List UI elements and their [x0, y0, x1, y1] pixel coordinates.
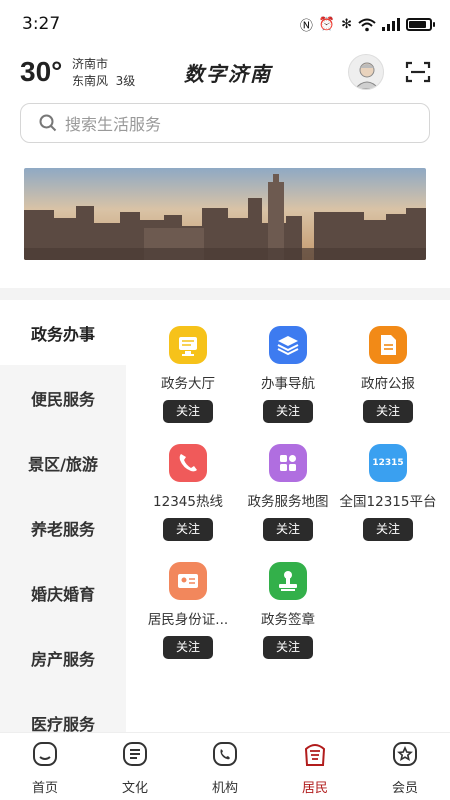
- sidebar-item-label: 便民服务: [30, 389, 95, 409]
- stamp-icon: [269, 562, 307, 600]
- follow-button[interactable]: 关注: [263, 636, 313, 659]
- service-label: 政务大厅: [161, 376, 215, 392]
- vibrate-icon: ✻: [341, 17, 352, 32]
- follow-button[interactable]: 关注: [263, 400, 313, 423]
- tab-label: 文化: [121, 781, 148, 796]
- service-label: 全国12315平台: [339, 494, 437, 510]
- service-label: 政府公报: [361, 376, 415, 392]
- star-badge-icon: [393, 742, 417, 766]
- id-card-icon: [169, 562, 207, 600]
- wifi-icon: [358, 18, 376, 31]
- tab-member[interactable]: 会员: [360, 733, 450, 800]
- service-label: 办事导航: [261, 376, 315, 392]
- monitor-icon: [169, 326, 207, 364]
- follow-button[interactable]: 关注: [363, 400, 413, 423]
- service-label: 政务签章: [261, 612, 315, 628]
- follow-button[interactable]: 关注: [163, 636, 213, 659]
- phone-circle-icon: [213, 742, 237, 766]
- service-label: 政务服务地图: [247, 494, 329, 510]
- follow-button[interactable]: 关注: [163, 400, 213, 423]
- service-label: 居民身份证...: [147, 612, 229, 628]
- sidebar-item-convenience[interactable]: 便民服务: [0, 365, 126, 430]
- sidebar-item-label: 景区/旅游: [28, 454, 98, 474]
- sidebar-item-label: 房产服务: [30, 649, 95, 669]
- service-item[interactable]: 政务签章 关注: [238, 562, 338, 680]
- app-title: 数字济南: [184, 62, 272, 86]
- tab-label: 机构: [211, 781, 238, 796]
- badge-12315-icon: 12315: [369, 444, 407, 482]
- grid-icon: [269, 444, 307, 482]
- wind-info: 东南风 3级: [72, 74, 136, 88]
- follow-button[interactable]: 关注: [163, 518, 213, 541]
- avatar[interactable]: [348, 54, 384, 90]
- category-sidebar: 政务办事 便民服务 景区/旅游 养老服务 婚庆婚育 房产服务 医疗服务: [0, 300, 126, 734]
- nfc-icon: Ⓝ: [299, 19, 313, 34]
- section-divider: [0, 288, 450, 300]
- sidebar-item-elderly[interactable]: 养老服务: [0, 495, 126, 560]
- scan-icon[interactable]: [405, 60, 431, 84]
- book-icon: [123, 742, 147, 766]
- weather-info: 济南市 东南风 3级: [72, 56, 135, 90]
- sidebar-item-label: 医疗服务: [30, 714, 95, 734]
- tab-institution[interactable]: 机构: [180, 733, 270, 800]
- tab-label: 会员: [391, 781, 418, 796]
- tab-home[interactable]: 首页: [0, 733, 90, 800]
- follow-button[interactable]: 关注: [363, 518, 413, 541]
- status-icons: Ⓝ ⏰ ✻: [299, 15, 435, 34]
- temperature: 30°: [20, 56, 63, 87]
- search-input[interactable]: 搜索生活服务: [65, 111, 161, 135]
- user-avatar-icon: [354, 62, 380, 89]
- home-icon: [33, 742, 57, 766]
- tab-label: 居民: [301, 781, 328, 796]
- status-bar: 3:27 Ⓝ ⏰ ✻: [0, 0, 450, 50]
- tab-culture[interactable]: 文化: [90, 733, 180, 800]
- city-name: 济南市: [72, 57, 109, 71]
- phone-icon: [169, 444, 207, 482]
- document-icon: [369, 326, 407, 364]
- service-item[interactable]: 办事导航 关注: [238, 326, 338, 444]
- tab-label: 首页: [31, 781, 58, 796]
- battery-icon: [406, 18, 435, 31]
- sidebar-item-housing[interactable]: 房产服务: [0, 625, 126, 690]
- badge-12315-text: 12315: [372, 458, 404, 468]
- search-bar[interactable]: 搜索生活服务: [20, 103, 430, 143]
- sidebar-item-marriage[interactable]: 婚庆婚育: [0, 560, 126, 625]
- service-item[interactable]: 12315 全国12315平台 关注: [338, 444, 438, 562]
- sidebar-item-tourism[interactable]: 景区/旅游: [0, 430, 126, 495]
- bottom-tab-bar: 首页 文化 机构 居民 会员: [0, 732, 450, 800]
- service-item[interactable]: 12345热线 关注: [138, 444, 238, 562]
- alarm-icon: ⏰: [318, 17, 336, 32]
- service-item[interactable]: 居民身份证... 关注: [138, 562, 238, 680]
- city-banner-image[interactable]: [24, 168, 426, 260]
- search-icon: [39, 114, 57, 132]
- status-time: 3:27: [22, 14, 61, 34]
- service-item[interactable]: 政务大厅 关注: [138, 326, 238, 444]
- sidebar-item-label: 养老服务: [30, 519, 95, 539]
- sidebar-item-label: 政务办事: [30, 324, 95, 344]
- header: 30° 济南市 东南风 3级 数字济南: [0, 50, 450, 98]
- sidebar-item-label: 婚庆婚育: [30, 584, 95, 604]
- service-label: 12345热线: [153, 494, 223, 510]
- layers-icon: [269, 326, 307, 364]
- service-item[interactable]: 政府公报 关注: [338, 326, 438, 444]
- service-item[interactable]: 政务服务地图 关注: [238, 444, 338, 562]
- signal-icon: [382, 18, 400, 31]
- follow-button[interactable]: 关注: [263, 518, 313, 541]
- resident-icon: [304, 744, 326, 766]
- tab-resident[interactable]: 居民: [270, 733, 360, 800]
- sidebar-item-government[interactable]: 政务办事: [0, 300, 126, 365]
